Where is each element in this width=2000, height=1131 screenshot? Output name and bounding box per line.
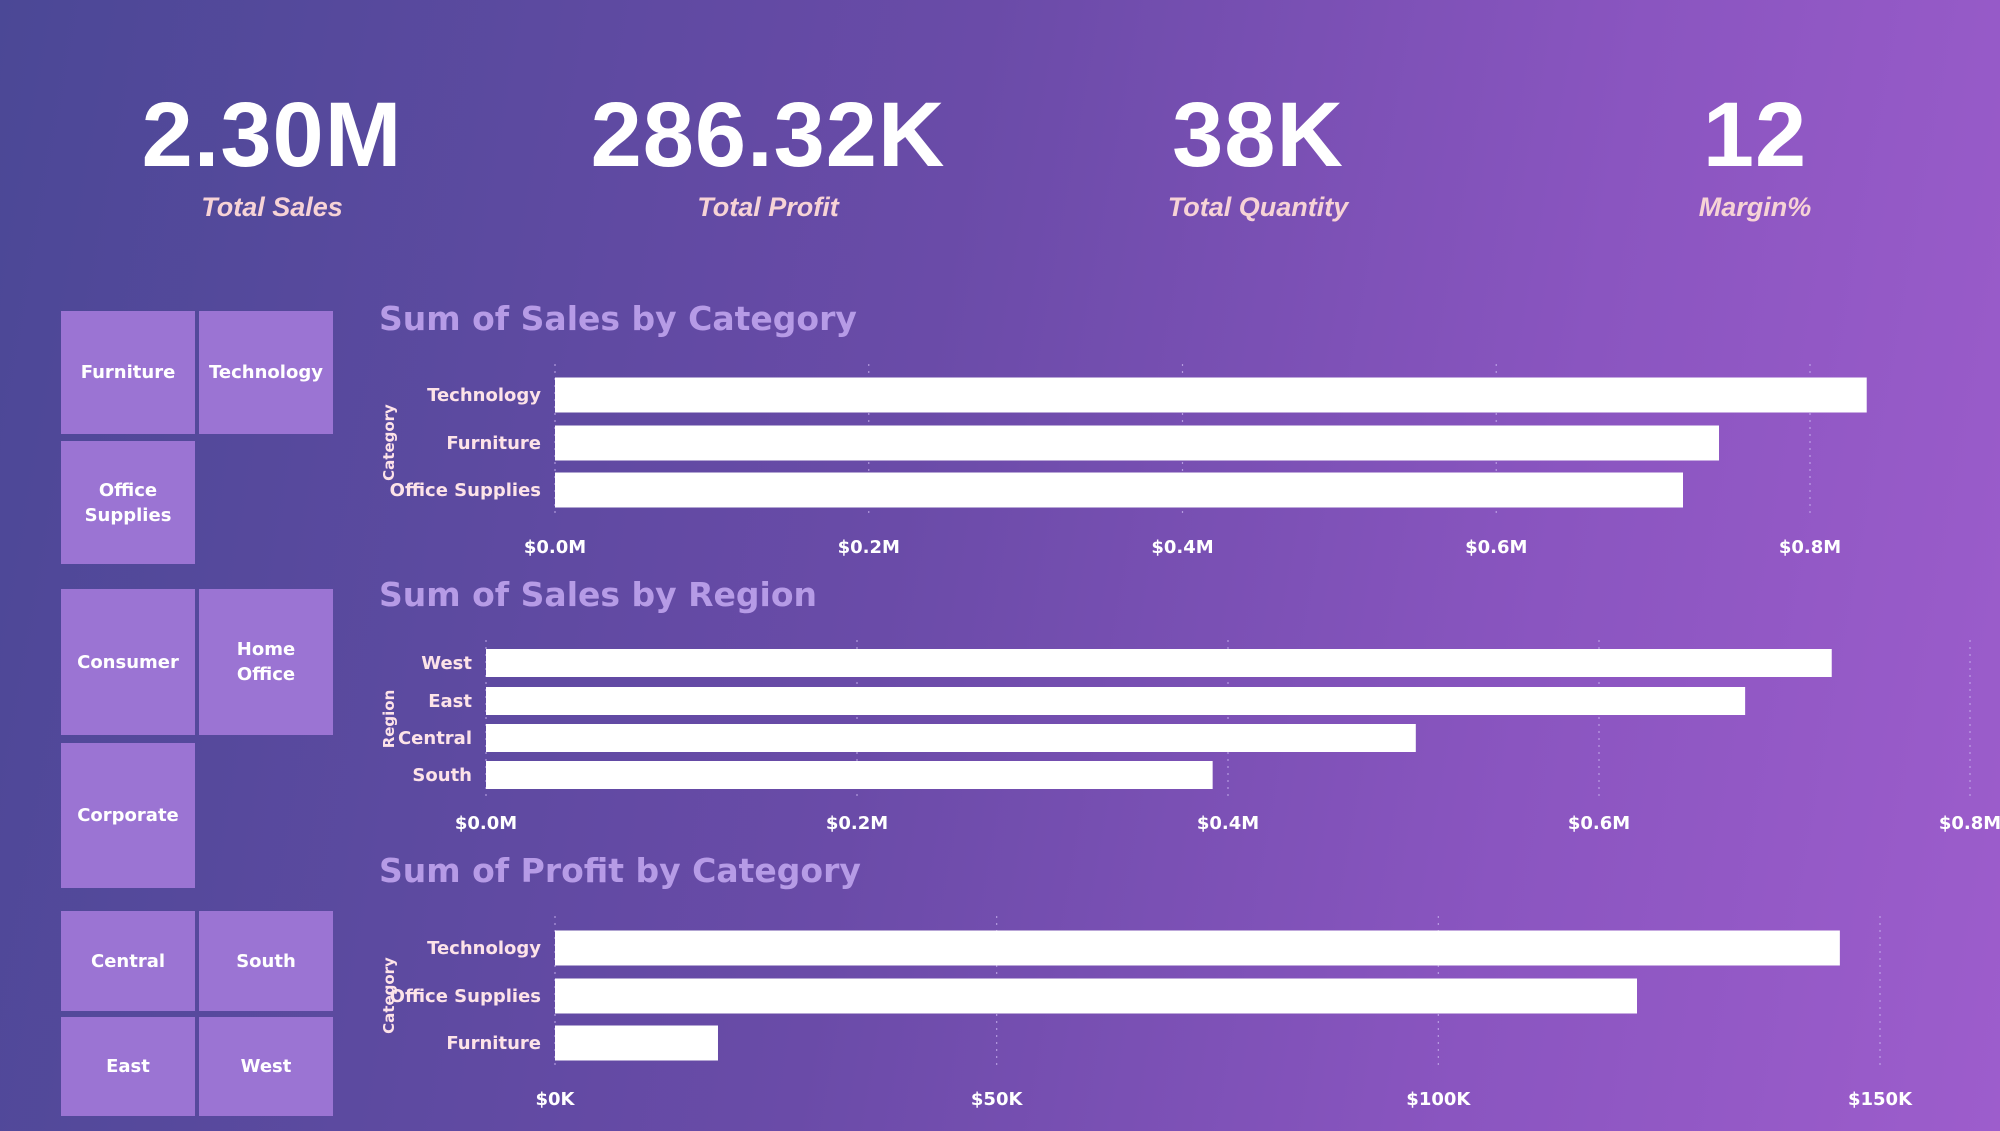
bar-furniture (555, 425, 1720, 461)
bar-south (486, 761, 1213, 789)
category-label: Furniture (446, 1033, 541, 1054)
x-tick-label: $0.2M (826, 813, 888, 834)
x-tick-label: $0.2M (838, 537, 900, 558)
chart-0: $0.0M $0.2M $0.4M $0.6M $0.8M Technology Furni… (380, 364, 1867, 558)
category-label: Office Supplies (390, 986, 541, 1007)
x-tick-label: $0.0M (455, 813, 517, 834)
x-tick-label: $150K (1848, 1089, 1913, 1110)
bar-east (486, 687, 1746, 715)
x-tick-label: $0.6M (1568, 813, 1630, 834)
x-tick-label: $0.8M (1939, 813, 2000, 834)
chart-1: $0.0M $0.2M $0.4M $0.6M $0.8M West East Central… (380, 640, 2000, 834)
x-tick-label: $0K (536, 1089, 576, 1110)
bar-office-supplies (555, 472, 1684, 508)
category-label: Office Supplies (390, 480, 541, 501)
category-label: East (428, 691, 472, 712)
bar-technology (555, 377, 1867, 413)
bar-west (486, 649, 1832, 677)
x-tick-label: $0.4M (1151, 537, 1213, 558)
y-axis-title: Category (380, 957, 398, 1034)
category-label: Technology (427, 385, 541, 406)
x-tick-label: $100K (1406, 1089, 1471, 1110)
bar-charts: $0.0M $0.2M $0.4M $0.6M $0.8M Technology Furni… (380, 364, 2000, 1110)
y-axis-title: Region (380, 690, 398, 749)
bar-furniture (555, 1025, 718, 1061)
x-tick-label: $0.4M (1197, 813, 1259, 834)
category-label: Central (398, 728, 472, 749)
bar-central (486, 724, 1416, 752)
x-tick-label: $0.0M (524, 537, 586, 558)
y-axis-title: Category (380, 404, 398, 481)
category-label: Technology (427, 938, 541, 959)
category-label: Furniture (446, 433, 541, 454)
x-tick-label: $0.8M (1779, 537, 1841, 558)
category-label: South (412, 765, 472, 786)
bar-office-supplies (555, 978, 1638, 1014)
x-tick-label: $0.6M (1465, 537, 1527, 558)
x-tick-label: $50K (971, 1089, 1024, 1110)
bar-technology (555, 930, 1840, 966)
chart-2: $0K $50K $100K $150K Technology Office Suppli… (380, 916, 1913, 1110)
category-label: West (421, 653, 472, 674)
